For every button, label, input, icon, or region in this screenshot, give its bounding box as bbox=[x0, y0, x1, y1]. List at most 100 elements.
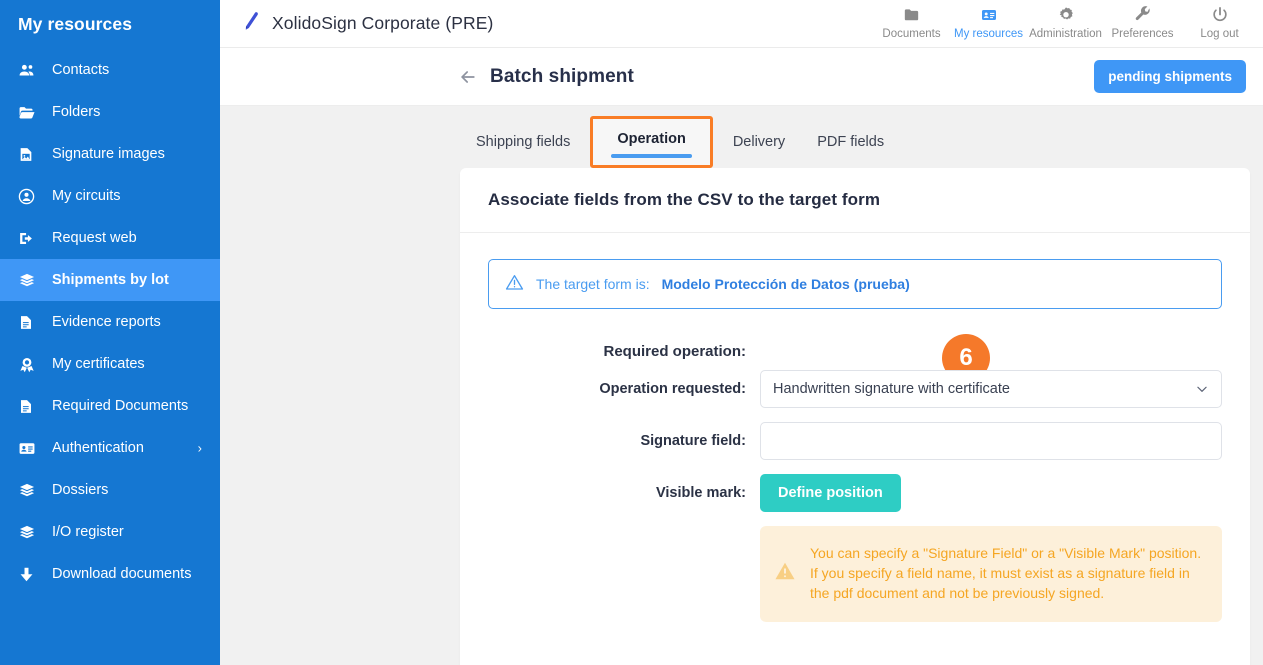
folder-open-icon bbox=[18, 104, 40, 121]
circle-user-icon bbox=[18, 188, 40, 205]
topnav-label: Administration bbox=[1029, 27, 1102, 40]
id-card-icon bbox=[979, 5, 999, 25]
sidebar-title: My resources bbox=[18, 14, 133, 34]
topbar: XolidoSign Corporate (PRE) Documents My … bbox=[220, 0, 1263, 48]
sidebar-item-label: Request web bbox=[52, 230, 137, 246]
sidebar-item-label: Contacts bbox=[52, 62, 110, 78]
sidebar-item-label: My circuits bbox=[52, 188, 121, 204]
sidebar-item-label: Shipments by lot bbox=[52, 272, 169, 288]
users-icon bbox=[18, 62, 40, 79]
sidebar-item-label: Evidence reports bbox=[52, 314, 161, 330]
sidebar-item-download-documents[interactable]: Download documents bbox=[0, 553, 220, 595]
tab-delivery[interactable]: Delivery bbox=[717, 122, 801, 168]
operation-form: Required operation: 6 Operation requeste… bbox=[488, 333, 1222, 622]
topnav-item-administration[interactable]: Administration bbox=[1027, 0, 1104, 40]
card-header: Associate fields from the CSV to the tar… bbox=[460, 168, 1250, 233]
certificate-icon bbox=[18, 356, 40, 373]
content-card: Associate fields from the CSV to the tar… bbox=[460, 168, 1250, 665]
signature-field-control bbox=[760, 422, 1222, 460]
sidebar-item-label: Dossiers bbox=[52, 482, 109, 498]
topnav-item-documents[interactable]: Documents bbox=[873, 0, 950, 40]
sidebar-item-io-register[interactable]: I/O register bbox=[0, 511, 220, 553]
gear-icon bbox=[1057, 5, 1075, 25]
page-title: Batch shipment bbox=[490, 65, 634, 87]
operation-requested-label: Operation requested: bbox=[599, 381, 746, 397]
target-form-text: The target form is: bbox=[536, 276, 650, 292]
layers-icon bbox=[18, 272, 40, 289]
visible-mark-row: Visible mark: Define position bbox=[488, 474, 1222, 512]
sidebar-item-required-documents[interactable]: Required Documents bbox=[0, 385, 220, 427]
topnav-label: Log out bbox=[1200, 27, 1239, 40]
card-heading: Associate fields from the CSV to the tar… bbox=[488, 190, 881, 209]
sidebar-item-dossiers[interactable]: Dossiers bbox=[0, 469, 220, 511]
content-area: Associate fields from the CSV to the tar… bbox=[220, 168, 1263, 665]
sidebar-item-label: Folders bbox=[52, 104, 101, 120]
tabs-bar: Shipping fields Operation Delivery PDF f… bbox=[220, 106, 1263, 168]
warning-triangle-icon bbox=[774, 560, 796, 587]
tab-active-underline bbox=[611, 154, 692, 158]
required-operation-label: Required operation: bbox=[603, 343, 746, 360]
pending-shipments-button[interactable]: pending shipments bbox=[1094, 60, 1246, 93]
visible-mark-control: Define position bbox=[760, 474, 1222, 512]
topnav-item-log-out[interactable]: Log out bbox=[1181, 0, 1258, 40]
arrow-left-icon[interactable] bbox=[458, 67, 478, 87]
tabs: Shipping fields Operation Delivery PDF f… bbox=[460, 116, 900, 168]
download-icon bbox=[18, 566, 40, 583]
image-file-icon bbox=[18, 146, 40, 163]
wrench-icon bbox=[1134, 5, 1152, 25]
sign-out-icon bbox=[18, 230, 40, 247]
warning-triangle-icon bbox=[505, 273, 524, 295]
tab-shipping-fields[interactable]: Shipping fields bbox=[460, 122, 586, 168]
main-column: XolidoSign Corporate (PRE) Documents My … bbox=[220, 0, 1263, 665]
sidebar-item-folders[interactable]: Folders bbox=[0, 91, 220, 133]
sidebar-item-signature-images[interactable]: Signature images bbox=[0, 133, 220, 175]
layers-icon bbox=[18, 524, 40, 541]
sidebar-item-contacts[interactable]: Contacts bbox=[0, 49, 220, 91]
power-icon bbox=[1211, 5, 1229, 25]
sidebar-item-label: Authentication bbox=[52, 440, 144, 456]
sidebar-item-label: I/O register bbox=[52, 524, 124, 540]
sidebar-item-label: Required Documents bbox=[52, 398, 189, 414]
signature-field-input[interactable] bbox=[760, 422, 1222, 460]
pen-icon bbox=[240, 10, 262, 37]
operation-requested-control: Handwritten signature with certificate bbox=[760, 370, 1222, 408]
sidebar-item-label: Signature images bbox=[52, 146, 165, 162]
card-body: The target form is: Modelo Protección de… bbox=[460, 233, 1250, 622]
signature-field-row: Signature field: bbox=[488, 422, 1222, 460]
signature-warning-text: You can specify a "Signature Field" or a… bbox=[810, 545, 1202, 601]
sidebar-item-authentication[interactable]: Authentication › bbox=[0, 427, 220, 469]
id-card-icon bbox=[18, 440, 40, 457]
topnav-label: Documents bbox=[882, 27, 941, 40]
tab-operation-label: Operation bbox=[617, 131, 686, 147]
layers-icon bbox=[18, 482, 40, 499]
target-form-banner: The target form is: Modelo Protección de… bbox=[488, 259, 1222, 309]
topnav-label: My resources bbox=[953, 27, 1024, 40]
sidebar: My resources Contacts Folders Signature … bbox=[0, 0, 220, 665]
signature-warning-box: You can specify a "Signature Field" or a… bbox=[760, 526, 1222, 622]
sidebar-item-shipments-by-lot[interactable]: Shipments by lot bbox=[0, 259, 220, 301]
sidebar-item-my-certificates[interactable]: My certificates bbox=[0, 343, 220, 385]
brand-name: XolidoSign Corporate (PRE) bbox=[272, 13, 494, 33]
operation-requested-select[interactable]: Handwritten signature with certificate bbox=[760, 370, 1222, 408]
tab-pdf-fields[interactable]: PDF fields bbox=[801, 122, 900, 168]
tab-operation[interactable]: Operation bbox=[590, 116, 713, 168]
topnav-item-preferences[interactable]: Preferences bbox=[1104, 0, 1181, 40]
file-lines-icon bbox=[18, 314, 40, 331]
topnav-item-my-resources[interactable]: My resources bbox=[950, 0, 1027, 40]
top-nav: Documents My resources Administration Pr… bbox=[873, 0, 1258, 48]
sidebar-item-my-circuits[interactable]: My circuits bbox=[0, 175, 220, 217]
visible-mark-label: Visible mark: bbox=[655, 485, 746, 501]
file-lines-icon bbox=[18, 398, 40, 415]
sidebar-item-request-web[interactable]: Request web bbox=[0, 217, 220, 259]
topnav-label: Preferences bbox=[1111, 27, 1174, 40]
target-form-name: Modelo Protección de Datos (prueba) bbox=[661, 276, 910, 292]
sidebar-item-label: Download documents bbox=[52, 566, 192, 582]
app-root: My resources Contacts Folders Signature … bbox=[0, 0, 1263, 665]
operation-requested-row: Operation requested: Handwritten signatu… bbox=[488, 370, 1222, 408]
brand: XolidoSign Corporate (PRE) bbox=[240, 10, 493, 37]
define-position-button[interactable]: Define position bbox=[760, 474, 901, 512]
folder-icon bbox=[902, 5, 921, 25]
sidebar-item-label: My certificates bbox=[52, 356, 145, 372]
sidebar-item-evidence-reports[interactable]: Evidence reports bbox=[0, 301, 220, 343]
chevron-right-icon: › bbox=[197, 440, 202, 456]
